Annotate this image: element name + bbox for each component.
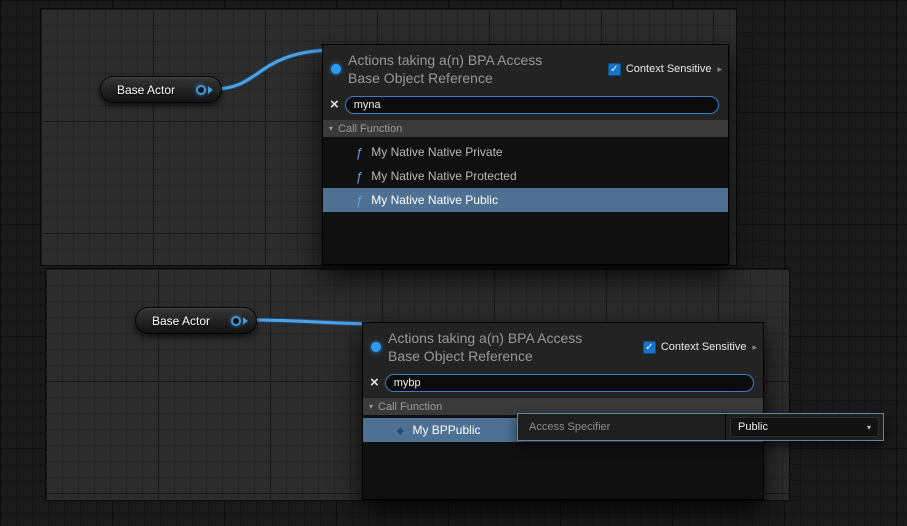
context-sensitive-label: Context Sensitive xyxy=(626,63,712,75)
function-icon: ƒ xyxy=(356,145,363,160)
pin-wedge-icon xyxy=(208,86,213,94)
menu-title: Actions taking a(n) BPA Access Base Obje… xyxy=(388,329,643,365)
menu-title-line2: Base Object Reference xyxy=(348,69,608,87)
context-sensitive-group: ✓ Context Sensitive ▸ xyxy=(643,341,757,354)
search-input[interactable] xyxy=(345,96,719,114)
context-menu-bottom: Actions taking a(n) BPA Access Base Obje… xyxy=(362,322,764,500)
chevron-down-icon: ▾ xyxy=(867,423,871,432)
pin-circle-icon xyxy=(196,85,206,95)
pin-circle-icon xyxy=(231,316,241,326)
access-specifier-popup: Access Specifier Public ▾ xyxy=(517,413,884,441)
pin-wedge-icon xyxy=(243,317,248,325)
object-output-pin[interactable] xyxy=(196,85,213,95)
context-sensitive-group: ✓ Context Sensitive ▸ xyxy=(608,63,722,76)
clear-search-icon[interactable]: × xyxy=(330,97,339,112)
base-actor-node-bottom[interactable]: Base Actor xyxy=(135,307,257,334)
category-label: Call Function xyxy=(378,401,442,413)
search-input[interactable] xyxy=(385,374,754,392)
menu-item-my-native-native-public[interactable]: ƒ My Native Native Public xyxy=(323,188,728,212)
context-menu-top: Actions taking a(n) BPA Access Base Obje… xyxy=(322,44,729,265)
blueprint-graph-canvas[interactable]: Base Actor Base Actor Actions taking a(n… xyxy=(0,0,907,526)
dropdown-value: Public xyxy=(738,421,768,433)
menu-item-my-native-native-private[interactable]: ƒ My Native Native Private xyxy=(323,140,728,164)
object-pin-dot-icon xyxy=(331,64,341,74)
menu-title-line2: Base Object Reference xyxy=(388,347,643,365)
node-label: Base Actor xyxy=(117,83,175,97)
menu-title-line1: Actions taking a(n) BPA Access xyxy=(348,51,608,69)
access-specifier-combo-wrap: Public ▾ xyxy=(726,414,883,440)
clear-search-icon[interactable]: × xyxy=(370,375,379,390)
context-sensitive-checkbox[interactable]: ✓ xyxy=(643,341,656,354)
object-output-pin[interactable] xyxy=(231,316,248,326)
context-sensitive-checkbox[interactable]: ✓ xyxy=(608,63,621,76)
menu-item-my-native-native-protected[interactable]: ƒ My Native Native Protected xyxy=(323,164,728,188)
submenu-arrow-icon[interactable]: ▸ xyxy=(752,342,757,353)
object-pin-dot-icon xyxy=(371,342,381,352)
category-label: Call Function xyxy=(338,123,402,135)
menu-item-label: My BPPublic xyxy=(412,423,480,437)
menu-title: Actions taking a(n) BPA Access Base Obje… xyxy=(348,51,608,87)
search-row: × xyxy=(323,93,728,120)
menu-item-label: My Native Native Public xyxy=(371,193,498,207)
base-actor-node-top[interactable]: Base Actor xyxy=(100,76,222,103)
menu-item-label: My Native Native Protected xyxy=(371,169,516,183)
collapse-triangle-icon: ▾ xyxy=(369,402,373,411)
menu-item-label: My Native Native Private xyxy=(371,145,502,159)
submenu-arrow-icon[interactable]: ▸ xyxy=(717,64,722,75)
collapse-triangle-icon: ▾ xyxy=(329,124,333,133)
search-row: × xyxy=(363,371,763,398)
context-sensitive-label: Context Sensitive xyxy=(661,341,747,353)
category-call-function[interactable]: ▾ Call Function xyxy=(323,120,728,137)
function-icon: ƒ xyxy=(356,169,363,184)
menu-header: Actions taking a(n) BPA Access Base Obje… xyxy=(363,323,763,371)
access-specifier-dropdown[interactable]: Public ▾ xyxy=(730,417,879,437)
blueprint-function-icon: ◆ xyxy=(396,424,404,437)
menu-header: Actions taking a(n) BPA Access Base Obje… xyxy=(323,45,728,93)
function-icon: ƒ xyxy=(356,193,363,208)
node-label: Base Actor xyxy=(152,314,210,328)
access-specifier-label: Access Specifier xyxy=(518,414,726,440)
menu-item-list: ƒ My Native Native Private ƒ My Native N… xyxy=(323,137,728,264)
menu-title-line1: Actions taking a(n) BPA Access xyxy=(388,329,643,347)
